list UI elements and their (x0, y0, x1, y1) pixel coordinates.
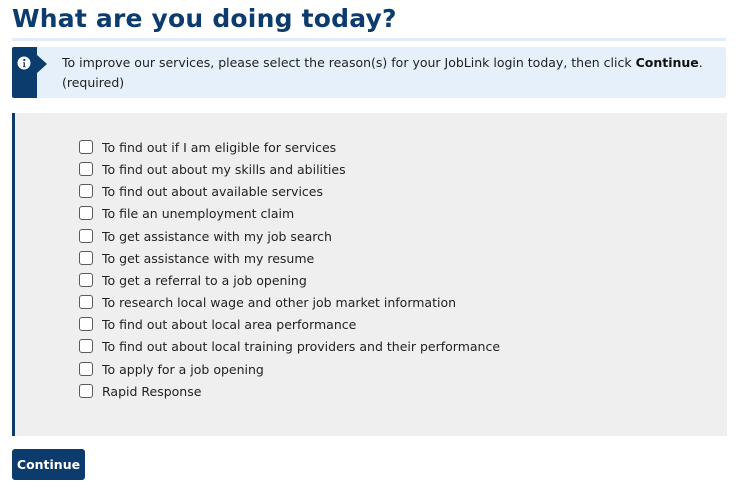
reason-option-apply-job[interactable]: To apply for a job opening (79, 358, 264, 380)
reason-option-area-performance[interactable]: To find out about local area performance (79, 313, 356, 335)
reasons-panel: To find out if I am eligible for service… (12, 113, 727, 436)
reason-option-services[interactable]: To find out about available services (79, 180, 323, 202)
checkbox[interactable] (79, 251, 93, 265)
reason-label: To find out about my skills and abilitie… (102, 161, 346, 177)
reason-label: To find out about local training provide… (102, 338, 501, 354)
checkbox[interactable] (79, 362, 93, 376)
reason-label: To find out if I am eligible for service… (102, 139, 337, 155)
reason-option-unemployment-claim[interactable]: To file an unemployment claim (79, 202, 294, 224)
checkbox[interactable] (79, 317, 93, 331)
checkbox[interactable] (79, 384, 93, 398)
reason-label: To research local wage and other job mar… (102, 294, 457, 310)
reason-option-rapid-response[interactable]: Rapid Response (79, 380, 201, 402)
checkbox[interactable] (79, 229, 93, 243)
reason-label: To file an unemployment claim (102, 205, 295, 221)
info-icon (17, 56, 31, 70)
reason-label: To apply for a job opening (102, 361, 264, 377)
reason-label: Rapid Response (102, 383, 202, 399)
checkbox[interactable] (79, 162, 93, 176)
reason-label: To find out about available services (102, 183, 324, 199)
reason-option-wage-research[interactable]: To research local wage and other job mar… (79, 291, 456, 313)
info-message: To improve our services, please select t… (62, 53, 712, 93)
info-text-before: To improve our services, please select t… (62, 55, 636, 70)
checkbox[interactable] (79, 339, 93, 353)
checkbox[interactable] (79, 295, 93, 309)
reason-label: To find out about local area performance (102, 316, 357, 332)
reason-option-job-search[interactable]: To get assistance with my job search (79, 225, 332, 247)
info-alert-bar (12, 47, 47, 98)
reason-label: To get assistance with my job search (102, 228, 332, 244)
reason-option-referral[interactable]: To get a referral to a job opening (79, 269, 307, 291)
page-title: What are you doing today? (12, 4, 397, 33)
info-emphasis: Continue (635, 55, 699, 70)
reason-option-eligibility[interactable]: To find out if I am eligible for service… (79, 136, 336, 158)
title-divider (12, 38, 726, 41)
reason-option-skills[interactable]: To find out about my skills and abilitie… (79, 158, 346, 180)
reason-option-resume[interactable]: To get assistance with my resume (79, 247, 314, 269)
checkbox[interactable] (79, 184, 93, 198)
reason-label: To get assistance with my resume (102, 250, 315, 266)
checkbox[interactable] (79, 273, 93, 287)
reason-label: To get a referral to a job opening (102, 272, 307, 288)
info-alert: To improve our services, please select t… (12, 47, 726, 98)
checkbox[interactable] (79, 206, 93, 220)
checkbox[interactable] (79, 140, 93, 154)
continue-button[interactable]: Continue (12, 449, 85, 480)
reason-option-training-providers[interactable]: To find out about local training provide… (79, 335, 500, 357)
